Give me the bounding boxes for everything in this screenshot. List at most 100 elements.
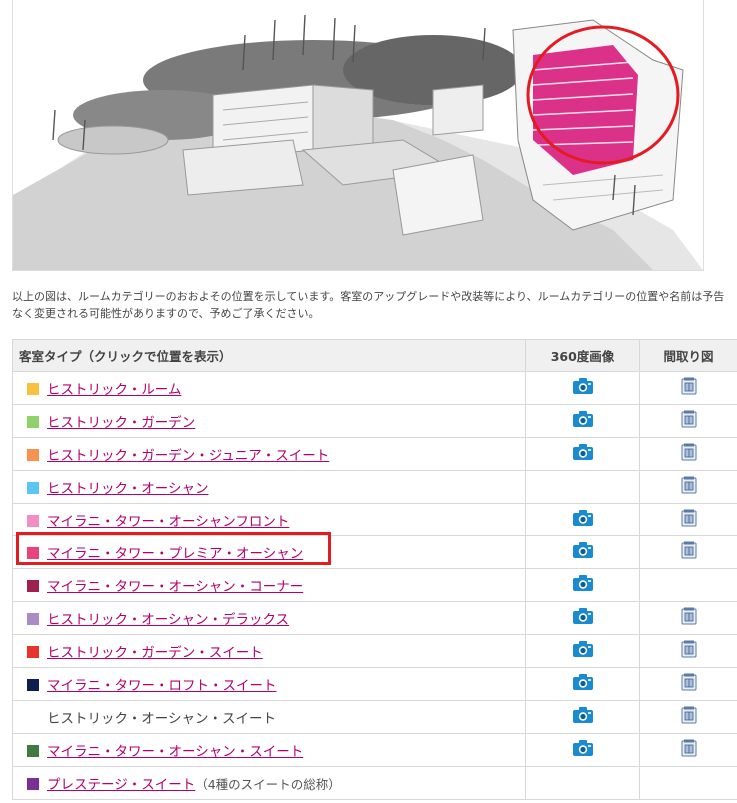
room-type-cell: ヒストリック・オーシャン・デラックス [12,601,526,636]
floor-plan-cell [639,502,737,537]
camera-icon[interactable] [571,508,595,528]
table-row: ヒストリック・ガーデン・スイート [12,634,737,669]
room-color-swatch [27,415,39,428]
room-type-table: 客室タイプ（クリックで位置を表示） 360度画像 間取り図 ヒストリック・ルーム… [12,339,737,800]
floor-plan-cell [639,601,737,636]
view-360-cell [525,371,640,405]
camera-icon[interactable] [571,540,595,560]
floor-plan-cell [639,403,737,438]
floor-plan-icon[interactable] [681,509,697,527]
table-row: ヒストリック・オーシャン [12,469,737,504]
table-row: マイラニ・タワー・オーシャン・スイート [12,732,737,767]
room-type-link[interactable]: ヒストリック・ガーデン・ジュニア・スイート [47,448,329,464]
floor-plan-icon[interactable] [681,443,697,461]
floor-plan-cell [639,535,737,570]
room-color-swatch [27,481,39,494]
floor-plan-icon[interactable] [681,673,697,691]
camera-icon[interactable] [571,606,595,626]
view-360-cell [525,765,640,800]
floor-plan-icon[interactable] [681,541,697,559]
room-type-cell: プレステージ・スイート（4種のスイートの総称） [12,765,526,800]
view-360-cell [525,403,640,438]
floor-plan-icon[interactable] [681,410,697,428]
view-360-cell [525,634,640,669]
room-type-cell: マイラニ・タワー・プレミア・オーシャン [12,535,526,570]
table-row: マイラニ・タワー・オーシャン・コーナー [12,568,737,603]
map-disclaimer: 以上の図は、ルームカテゴリーのおおよその位置を示しています。客室のアップグレード… [12,290,725,320]
floor-plan-cell [639,436,737,471]
view-360-cell [525,535,640,570]
floor-plan-icon[interactable] [681,706,697,724]
room-color-swatch [27,646,39,659]
room-color-swatch [27,744,39,757]
room-type-cell: マイラニ・タワー・ロフト・スイート [12,667,526,701]
table-row: ヒストリック・ガーデン [12,403,737,438]
floor-plan-icon[interactable] [681,640,697,658]
camera-icon[interactable] [571,573,595,593]
room-type-cell: ヒストリック・ガーデン・スイート [12,634,526,669]
floor-plan-icon[interactable] [681,739,697,757]
view-360-cell [525,502,640,537]
resort-map-image [12,0,704,271]
camera-icon[interactable] [571,738,595,758]
room-color-swatch [27,448,39,461]
table-row: マイラニ・タワー・オーシャンフロント [12,502,737,537]
room-type-link[interactable]: プレステージ・スイート [47,777,195,793]
floor-plan-icon[interactable] [681,476,697,494]
room-type-label: ヒストリック・オーシャン・スイート [47,710,276,727]
camera-icon[interactable] [571,409,595,429]
room-type-link[interactable]: マイラニ・タワー・オーシャン・コーナー [47,579,303,595]
room-type-link[interactable]: マイラニ・タワー・プレミア・オーシャン [47,546,303,562]
resort-illustration [13,14,703,270]
room-type-cell: ヒストリック・オーシャン [12,469,526,504]
floor-plan-cell [639,469,737,504]
floor-plan-cell [639,667,737,701]
room-type-cell: マイラニ・タワー・オーシャン・スイート [12,732,526,767]
room-color-swatch [27,678,39,691]
header-room-type: 客室タイプ（クリックで位置を表示） [12,339,526,372]
table-header-row: 客室タイプ（クリックで位置を表示） 360度画像 間取り図 [12,339,737,372]
camera-icon[interactable] [571,442,595,462]
room-type-cell: ヒストリック・ガーデン・ジュニア・スイート [12,436,526,471]
room-type-link[interactable]: ヒストリック・オーシャン・デラックス [47,612,289,628]
table-row: ヒストリック・ルーム [12,371,737,405]
room-type-link[interactable]: マイラニ・タワー・オーシャンフロント [47,514,289,530]
room-type-cell: マイラニ・タワー・オーシャン・コーナー [12,568,526,603]
floor-plan-cell [639,765,737,800]
camera-icon[interactable] [571,705,595,725]
room-color-swatch [27,580,39,593]
view-360-cell [525,436,640,471]
room-color-swatch [27,382,39,395]
room-color-swatch [27,547,39,560]
room-type-link[interactable]: ヒストリック・ルーム [47,382,181,398]
room-color-swatch [27,613,39,626]
room-type-link[interactable]: ヒストリック・ガーデン・スイート [47,645,263,661]
room-color-swatch [27,514,39,527]
camera-icon[interactable] [571,672,595,692]
room-type-cell: ヒストリック・オーシャン・スイート [12,699,526,734]
table-row: ヒストリック・オーシャン・スイート [12,699,737,734]
view-360-cell [525,732,640,767]
floor-plan-cell [639,732,737,767]
header-360-image: 360度画像 [525,339,640,372]
table-row: ヒストリック・オーシャン・デラックス [12,601,737,636]
view-360-cell [525,667,640,701]
view-360-cell [525,568,640,603]
view-360-cell [525,601,640,636]
room-type-link[interactable]: ヒストリック・ガーデン [47,415,195,431]
table-row: プレステージ・スイート（4種のスイートの総称） [12,765,737,800]
floor-plan-cell [639,371,737,405]
camera-icon[interactable] [571,376,595,396]
floor-plan-icon[interactable] [681,377,697,395]
camera-icon[interactable] [571,639,595,659]
room-type-link[interactable]: マイラニ・タワー・オーシャン・スイート [47,744,303,760]
room-color-swatch [27,777,39,790]
header-floor-plan: 間取り図 [639,339,737,372]
floor-plan-icon[interactable] [681,607,697,625]
room-type-note: （4種のスイートの総称） [195,776,341,792]
floor-plan-cell [639,634,737,669]
table-row: マイラニ・タワー・プレミア・オーシャン [12,535,737,570]
room-type-link[interactable]: マイラニ・タワー・ロフト・スイート [47,678,277,694]
room-type-link[interactable]: ヒストリック・オーシャン [47,481,208,497]
floor-plan-cell [639,699,737,734]
